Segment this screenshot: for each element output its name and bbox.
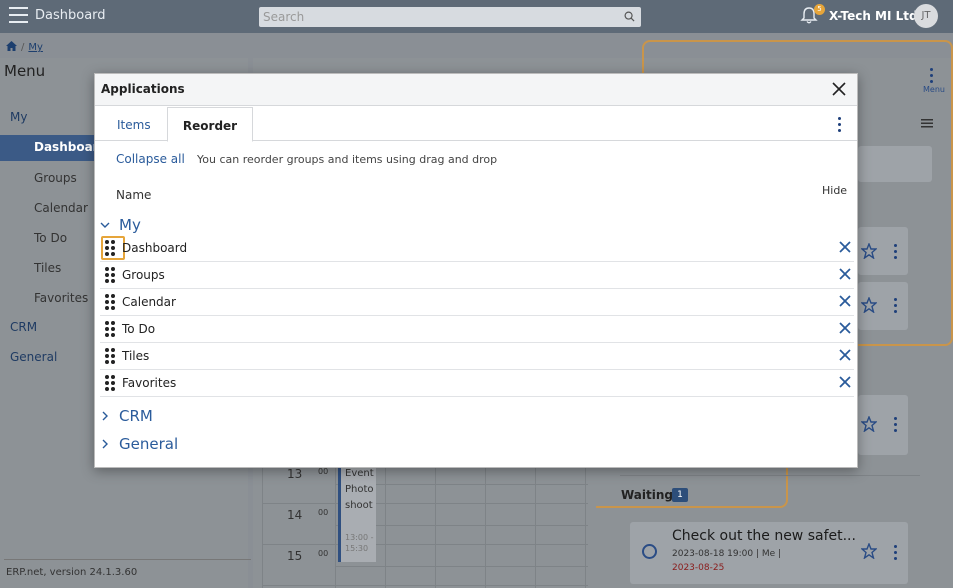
- reorder-hint: You can reorder groups and items using d…: [197, 153, 498, 166]
- applications-dialog: Applications Items Reorder Collapse all …: [94, 73, 858, 468]
- star-icon[interactable]: [861, 543, 877, 559]
- sidebar-item-groups[interactable]: Groups: [34, 171, 77, 185]
- chevron-right-icon[interactable]: [100, 439, 110, 449]
- item-label: Tiles: [122, 349, 150, 363]
- kebab-icon[interactable]: [894, 298, 898, 316]
- dialog-header: Applications: [95, 74, 857, 106]
- hide-x-icon[interactable]: [839, 268, 851, 280]
- chevron-right-icon[interactable]: [100, 411, 110, 421]
- item-label: Groups: [122, 268, 165, 282]
- item-row-tiles[interactable]: Tiles: [100, 343, 854, 370]
- item-row-favorites[interactable]: Favorites: [100, 370, 854, 397]
- tab-reorder[interactable]: Reorder: [167, 107, 253, 142]
- kebab-icon[interactable]: [894, 417, 898, 435]
- search-icon[interactable]: [624, 11, 635, 22]
- calendar-minute: 00: [318, 549, 329, 558]
- sidebar-title: Menu: [4, 62, 46, 80]
- drag-handle-icon[interactable]: [104, 267, 118, 285]
- calendar-hour: 15: [287, 549, 303, 563]
- star-icon[interactable]: [861, 297, 877, 313]
- dialog-tabs: Items Reorder: [95, 107, 857, 142]
- task-meta: 2023-08-18 19:00 | Me |: [672, 549, 782, 559]
- calendar-event-title: Event Photoshoot: [345, 468, 374, 511]
- hide-x-icon[interactable]: [839, 349, 851, 361]
- task-card[interactable]: Check out the new safet... 2023-08-18 19…: [630, 522, 908, 584]
- hide-x-icon[interactable]: [839, 241, 851, 253]
- column-header-name: Name: [116, 188, 152, 202]
- tab-items[interactable]: Items: [117, 107, 151, 141]
- sidebar-group-general[interactable]: General: [10, 350, 57, 364]
- breadcrumb: / My: [6, 41, 43, 53]
- hide-x-icon[interactable]: [839, 376, 851, 388]
- drag-handle-icon[interactable]: [104, 240, 118, 258]
- star-icon[interactable]: [861, 243, 877, 259]
- task-due-date: 2023-08-25: [672, 563, 725, 573]
- hide-x-icon[interactable]: [839, 295, 851, 307]
- calendar-grid: [262, 466, 588, 588]
- item-row-calendar[interactable]: Calendar: [100, 289, 854, 316]
- drag-handle-icon[interactable]: [104, 321, 118, 339]
- drag-handle-icon[interactable]: [104, 348, 118, 366]
- column-header-hide: Hide: [822, 184, 848, 197]
- waiting-label: Waiting: [621, 488, 674, 502]
- group-label: CRM: [119, 407, 153, 425]
- collapse-all-link[interactable]: Collapse all: [116, 152, 185, 166]
- item-row-todo[interactable]: To Do: [100, 316, 854, 343]
- kebab-icon[interactable]: [894, 545, 898, 563]
- list-icon[interactable]: [921, 119, 933, 128]
- app-title: Dashboard: [35, 8, 106, 23]
- chevron-down-icon[interactable]: [100, 220, 110, 230]
- calendar-hour: 14: [287, 508, 303, 522]
- item-label: Calendar: [122, 295, 176, 309]
- item-label: Favorites: [122, 376, 177, 390]
- calendar-event[interactable]: Event Photoshoot 13:00 - 15:30: [338, 466, 376, 562]
- search-box: [259, 7, 641, 27]
- sidebar-group-crm[interactable]: CRM: [10, 320, 37, 334]
- notification-badge: 5: [814, 4, 825, 15]
- search-input[interactable]: [259, 7, 609, 27]
- menu-label: Menu: [923, 85, 945, 94]
- top-bar: Dashboard 5 X-Tech MI Ltd. JT: [0, 0, 953, 33]
- breadcrumb-my[interactable]: My: [28, 42, 43, 53]
- avatar[interactable]: JT: [914, 4, 938, 28]
- star-icon[interactable]: [861, 416, 877, 432]
- task-title: Check out the new safet...: [672, 528, 856, 544]
- hide-x-icon[interactable]: [839, 322, 851, 334]
- sidebar-item-todo[interactable]: To Do: [34, 231, 67, 245]
- divider: [620, 475, 920, 476]
- dialog-title: Applications: [101, 82, 185, 96]
- hamburger-menu-icon[interactable]: [9, 7, 28, 25]
- item-row-dashboard[interactable]: Dashboard: [100, 235, 854, 262]
- drag-handle-icon[interactable]: [104, 294, 118, 312]
- home-icon[interactable]: [6, 41, 17, 51]
- group-label: My: [119, 216, 141, 234]
- calendar-minute: 00: [318, 467, 329, 476]
- group-label: General: [119, 435, 179, 453]
- company-name[interactable]: X-Tech MI Ltd.: [829, 9, 922, 23]
- calendar-event-time: 13:00 - 15:30: [345, 533, 374, 553]
- sidebar-item-calendar[interactable]: Calendar: [34, 201, 88, 215]
- sidebar-group-my[interactable]: My: [10, 110, 27, 124]
- item-label: To Do: [122, 322, 156, 336]
- version-label: ERP.net, version 24.1.3.60: [6, 567, 138, 578]
- calendar-hour: 13: [287, 467, 303, 481]
- close-icon[interactable]: [831, 81, 847, 97]
- divider: [4, 559, 251, 560]
- tile-card: [858, 146, 932, 182]
- more-options-icon[interactable]: [838, 117, 841, 135]
- item-row-groups[interactable]: Groups: [100, 262, 854, 289]
- waiting-count-badge: 1: [672, 488, 688, 502]
- item-label: Dashboard: [122, 241, 188, 255]
- task-complete-radio[interactable]: [642, 544, 657, 559]
- sidebar-item-tiles[interactable]: Tiles: [34, 261, 61, 275]
- menu-kebab-icon[interactable]: Menu: [923, 68, 945, 94]
- calendar-minute: 00: [318, 508, 329, 517]
- sidebar-item-favorites[interactable]: Favorites: [34, 291, 88, 305]
- kebab-icon[interactable]: [894, 244, 898, 262]
- drag-handle-icon[interactable]: [104, 375, 118, 393]
